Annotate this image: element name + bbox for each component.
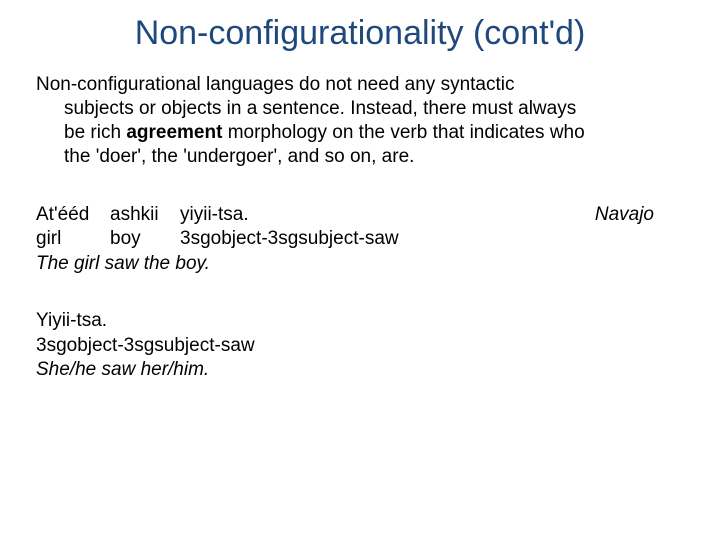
intro-line-1: Non-configurational languages do not nee… (36, 73, 684, 97)
intro-line-4: the 'doer', the 'undergoer', and so on, … (36, 145, 684, 169)
intro-line-2: subjects or objects in a sentence. Inste… (36, 97, 684, 121)
example-1-gloss: girlboy3sgobject-3sgsubject-saw (36, 227, 595, 252)
example-1: At'éédashkiiyiyii-tsa. girlboy3sgobject-… (36, 203, 684, 277)
agreement-bold: agreement (126, 122, 222, 143)
page-title: Non-configurationality (cont'd) (36, 14, 684, 53)
intro-line-3: be rich agreement morphology on the verb… (36, 121, 684, 145)
language-label: Navajo (595, 203, 684, 228)
example-2: Yiyii-tsa. 3sgobject-3sgsubject-saw She/… (36, 309, 684, 383)
example-2-source: Yiyii-tsa. (36, 309, 684, 334)
example-2-translation: She/he saw her/him. (36, 358, 684, 383)
example-1-translation: The girl saw the boy. (36, 252, 595, 277)
slide: Non-configurationality (cont'd) Non-conf… (0, 0, 720, 540)
example-2-gloss: 3sgobject-3sgsubject-saw (36, 334, 684, 359)
example-1-source: At'éédashkiiyiyii-tsa. (36, 203, 595, 228)
intro-paragraph: Non-configurational languages do not nee… (36, 73, 684, 169)
